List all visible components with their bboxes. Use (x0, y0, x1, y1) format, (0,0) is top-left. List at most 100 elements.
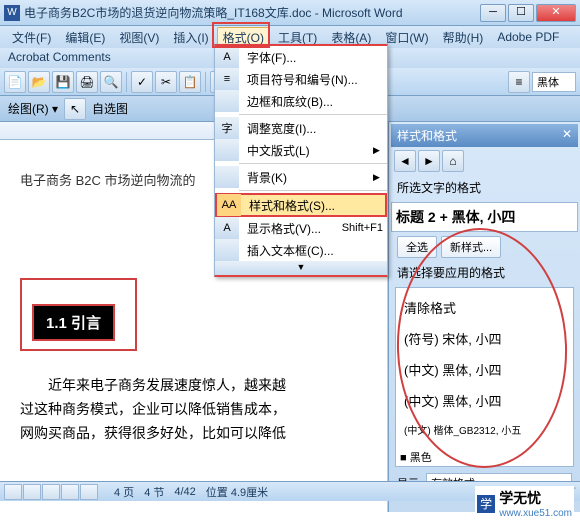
color-label: 黑色 (410, 452, 432, 464)
cut-button[interactable]: ✂ (155, 71, 177, 93)
maximize-button[interactable]: ☐ (508, 4, 534, 22)
spell-button[interactable]: ✓ (131, 71, 153, 93)
menu-divider (239, 163, 387, 164)
menu-divider (239, 190, 387, 191)
menu-textbox-label: 插入文本框(C)... (239, 242, 387, 259)
pick-format-label: 请选择要应用的格式 (391, 260, 578, 285)
body-line: 网购买商品，获得很多好处，比如可以降低 (20, 421, 367, 445)
style-item[interactable]: (符号) 宋体, 小四 (400, 323, 569, 354)
menu-view[interactable]: 视图(V) (113, 27, 165, 48)
open-button[interactable]: 📂 (28, 71, 50, 93)
menu-bullets[interactable]: ≡ 项目符号和编号(N)... (215, 68, 387, 90)
textbox-icon (215, 239, 239, 261)
normal-view-button[interactable] (4, 484, 22, 500)
shortcut-key: Shift+F1 (342, 222, 387, 234)
separator (205, 72, 206, 92)
font-icon: A (215, 46, 239, 68)
status-position: 位置 4.9厘米 (206, 484, 268, 500)
new-style-button[interactable]: 新样式... (441, 236, 501, 258)
watermark: 学 学无忧 www.xue51.com (475, 486, 574, 521)
status-section: 4 节 (144, 484, 164, 500)
background-icon (215, 166, 239, 188)
window-title: 电子商务B2C市场的退货逆向物流策略_IT168文库.doc - Microso… (24, 4, 480, 21)
style-item[interactable]: 清除格式 (400, 292, 569, 323)
save-button[interactable]: 💾 (52, 71, 74, 93)
outline-view-button[interactable] (61, 484, 79, 500)
panel-back-button[interactable]: ◄ (394, 150, 416, 172)
web-view-button[interactable] (23, 484, 41, 500)
menu-adobe[interactable]: Adobe PDF (491, 28, 565, 46)
bullets-icon: ≡ (215, 68, 239, 90)
menu-insert[interactable]: 插入(I) (167, 27, 214, 48)
panel-header: 样式和格式 ✕ (391, 124, 578, 147)
styles-icon: AA (217, 194, 241, 216)
menu-show-format[interactable]: A 显示格式(V)... Shift+F1 (215, 217, 387, 239)
titlebar: W 电子商务B2C市场的退货逆向物流策略_IT168文库.doc - Micro… (0, 0, 580, 26)
menu-divider (239, 114, 387, 115)
font-select[interactable]: 黑体 (532, 72, 576, 92)
format-dropdown: A 字体(F)... ≡ 项目符号和编号(N)... 边框和底纹(B)... 字… (214, 44, 388, 277)
select-button[interactable]: ↖ (64, 98, 86, 120)
menu-borders-label: 边框和底纹(B)... (239, 93, 387, 110)
drawing-menu[interactable]: 绘图(R) ▾ (4, 100, 62, 117)
body-line: 近年来电子商务发展速度惊人，越来越 (20, 373, 367, 397)
selected-format-label: 所选文字的格式 (391, 175, 578, 200)
menu-file[interactable]: 文件(F) (6, 27, 57, 48)
body-text: 近年来电子商务发展速度惊人，越来越 过这种商务模式，企业可以降低销售成本， 网购… (20, 373, 367, 445)
panel-home-button[interactable]: ⌂ (442, 150, 464, 172)
menu-font[interactable]: A 字体(F)... (215, 46, 387, 68)
current-style[interactable]: 标题 2 + 黑体, 小四 (391, 202, 578, 232)
print-button[interactable]: 🖨 (76, 71, 98, 93)
menu-background[interactable]: 背景(K) ▶ (215, 166, 387, 188)
color-swatch[interactable]: ■ 黑色 (400, 449, 569, 465)
section-outline: 1.1 引言 (20, 278, 137, 351)
new-button[interactable]: 📄 (4, 71, 26, 93)
borders-icon (215, 90, 239, 112)
submenu-arrow-icon: ▶ (373, 145, 387, 156)
styles-button[interactable]: ≡ (508, 71, 530, 93)
width-icon: 字 (215, 117, 239, 139)
submenu-arrow-icon: ▶ (373, 172, 387, 183)
menu-expand[interactable]: ▼ (215, 261, 387, 275)
menu-edit[interactable]: 编辑(E) (59, 27, 111, 48)
print-view-button[interactable] (42, 484, 60, 500)
section-heading: 1.1 引言 (32, 304, 115, 341)
menu-font-label: 字体(F)... (239, 49, 387, 66)
panel-buttons: 全选 新样式... (391, 234, 578, 260)
status-page: 4 页 (114, 484, 134, 500)
panel-fwd-button[interactable]: ► (418, 150, 440, 172)
menu-help[interactable]: 帮助(H) (437, 27, 490, 48)
view-buttons (4, 484, 98, 500)
menu-textbox[interactable]: 插入文本框(C)... (215, 239, 387, 261)
show-format-icon: A (215, 217, 239, 239)
close-button[interactable]: ✕ (536, 4, 576, 22)
panel-close-icon[interactable]: ✕ (562, 127, 572, 144)
panel-title: 样式和格式 (397, 127, 457, 144)
asian-icon (215, 139, 239, 161)
panel-nav: ◄ ► ⌂ (391, 147, 578, 175)
menu-background-label: 背景(K) (239, 169, 373, 186)
menu-styles-label: 样式和格式(S)... (241, 197, 385, 214)
menu-asian[interactable]: 中文版式(L) ▶ (215, 139, 387, 161)
style-list[interactable]: 清除格式 (符号) 宋体, 小四 (中文) 黑体, 小四 (中文) 黑体, 小四… (395, 287, 574, 467)
autoshapes-menu[interactable]: 自选图 (88, 100, 132, 117)
menu-width[interactable]: 字 调整宽度(I)... (215, 117, 387, 139)
word-icon: W (4, 5, 20, 21)
menu-show-format-label: 显示格式(V)... (239, 220, 342, 237)
style-item[interactable]: (中文) 楷体_GB2312, 小五 (400, 416, 569, 443)
menu-styles[interactable]: AA 样式和格式(S)... (215, 193, 387, 217)
menu-width-label: 调整宽度(I)... (239, 120, 387, 137)
preview-button[interactable]: 🔍 (100, 71, 122, 93)
select-all-button[interactable]: 全选 (397, 236, 437, 258)
copy-button[interactable]: 📋 (179, 71, 201, 93)
style-item[interactable]: (中文) 黑体, 小四 (400, 354, 569, 385)
reading-view-button[interactable] (80, 484, 98, 500)
minimize-button[interactable]: ─ (480, 4, 506, 22)
watermark-url: www.xue51.com (499, 508, 572, 519)
style-item[interactable]: (中文) 黑体, 小四 (400, 385, 569, 416)
status-pages: 4/42 (174, 486, 195, 498)
separator (126, 72, 127, 92)
menu-bullets-label: 项目符号和编号(N)... (239, 71, 387, 88)
styles-panel: 样式和格式 ✕ ◄ ► ⌂ 所选文字的格式 标题 2 + 黑体, 小四 全选 新… (388, 122, 580, 512)
menu-borders[interactable]: 边框和底纹(B)... (215, 90, 387, 112)
